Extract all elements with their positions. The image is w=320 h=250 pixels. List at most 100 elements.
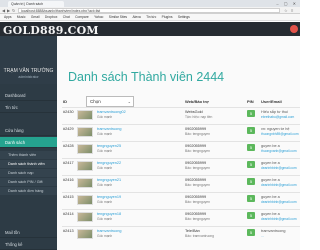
sidebar-subitem-deposit-list[interactable]: Danh sách nạp [0, 169, 57, 177]
user-cell: guyen be a dearinhbinh@gmail.com [260, 157, 300, 175]
star-icon[interactable]: ☆ [284, 8, 288, 13]
table-row[interactable]: #2428 tengnguyen25 Gốc mạnh 0902055999 Bảo: … [62, 140, 300, 158]
user-cell: guyen be a dearinhbinh@gmail.com [260, 208, 300, 226]
bookmark[interactable]: Dropbox [45, 14, 57, 20]
user-email-link[interactable]: dearinhbinh@gmail.com [261, 217, 299, 221]
avatar-cell [76, 225, 96, 243]
sidebar-subitem-add-member[interactable]: Thêm thành viên [0, 151, 57, 159]
user-status: guyen be a [261, 143, 280, 148]
avatar[interactable] [77, 194, 93, 205]
window-controls[interactable]: – ▢ ✕ [276, 1, 298, 6]
table-row[interactable]: #2429 tramvantruong Gốc mạnh 0902055999 Bảo:… [62, 123, 300, 141]
menu-icon[interactable]: ≡ [291, 8, 293, 13]
url-input[interactable]: localhost:8888/quanly/thanhvien/index.ph… [18, 8, 280, 13]
user-status: tramvantruong [261, 228, 286, 233]
member-name-link[interactable]: tengnguyen19 [97, 195, 121, 199]
bookmark[interactable]: Settings [178, 14, 190, 20]
forward-icon[interactable]: ▶ [7, 8, 10, 13]
row-id: #2416 [62, 174, 76, 192]
pin-cell: 5 [246, 174, 260, 192]
name-cell: tramvantruong Gốc mạnh [96, 225, 184, 243]
sidebar-item-dashboard[interactable]: Dashboard [0, 90, 57, 101]
column-header-pin[interactable]: PIN [246, 97, 260, 107]
name-cell: tengnguyen21 Gốc mạnh [96, 174, 184, 192]
avatar[interactable] [77, 211, 93, 222]
sidebar-item-news[interactable]: Tin tức [0, 102, 57, 113]
avatar[interactable] [77, 143, 93, 154]
sidebar-subitem-order-list[interactable]: Danh sách đơn hàng [0, 187, 57, 195]
sidebar-item-stats[interactable]: Thống kê [0, 239, 57, 250]
bookmark[interactable]: Gmail [31, 14, 40, 20]
bookmark[interactable]: Yahoo [94, 14, 103, 20]
web-cell: 0902055999 Bảo: tengnguyen [184, 191, 246, 209]
column-header-web[interactable]: Web/Bảo trợ [184, 97, 246, 107]
bookmark[interactable]: Apps [4, 14, 12, 20]
column-header-id[interactable]: ID [62, 97, 76, 107]
pin-badge[interactable]: 5 [247, 177, 255, 185]
avatar[interactable] [77, 160, 93, 171]
member-name-link[interactable]: tramvantruong02 [97, 110, 126, 114]
bookmark[interactable]: Chat [63, 14, 70, 20]
web-value: 0902055999 [185, 126, 207, 131]
notification-icon[interactable] [290, 25, 298, 33]
table-row[interactable]: #2413 tramvantruong Gốc mạnh Tele/Bán Bảo: t… [62, 225, 300, 243]
table-row[interactable]: #2430 tramvantruong02 Gốc mạnh WebsGold Tận:… [62, 106, 300, 124]
name-cell: tengnguyen19 Gốc mạnh [96, 191, 184, 209]
member-name-link[interactable]: tramvantruong [97, 127, 121, 131]
user-email-link[interactable]: dearinhbinh@gmail.com [261, 166, 299, 170]
column-header-user[interactable]: User/Email [260, 97, 300, 107]
table-row[interactable]: #2417 tengnguyen22 Gốc mạnh 0902055999 Bảo: … [62, 157, 300, 175]
pin-badge[interactable]: 5 [247, 143, 255, 151]
pin-badge[interactable]: 5 [247, 194, 255, 202]
bookmark[interactable]: Alexa [132, 14, 140, 20]
user-email-link[interactable]: dearinhbinh@gmail.com [261, 183, 299, 187]
bookmark[interactable]: Music [17, 14, 26, 20]
sidebar-item-label: Dashboard [5, 93, 26, 98]
avatar[interactable] [77, 109, 93, 120]
bookmark[interactable]: Similar Sites [109, 14, 127, 20]
avatar[interactable] [77, 126, 93, 137]
user-cell: guyen be a dearinhbinh@gmail.com [260, 174, 300, 192]
pin-cell: 5 [246, 208, 260, 226]
pin-badge[interactable]: 5 [247, 228, 255, 236]
user-email-link[interactable]: ... [261, 234, 299, 238]
user-cell: tramvantruong... [260, 225, 300, 243]
table-row[interactable]: #2414 tengnguyen18 Gốc mạnh 0902055999 Bảo: … [62, 208, 300, 226]
user-status: guyen be a [261, 211, 280, 216]
user-email-link[interactable]: thuongvanh@gmail.com [261, 149, 299, 153]
web-value: 0902055999 [185, 211, 207, 216]
member-name-link[interactable]: tengnguyen18 [97, 212, 121, 216]
avatar[interactable] [77, 228, 93, 239]
member-name-link[interactable]: tengnguyen22 [97, 161, 121, 165]
member-name-link[interactable]: tengnguyen25 [97, 144, 121, 148]
reload-icon[interactable]: ↻ [12, 8, 15, 13]
pin-badge[interactable]: 5 [247, 126, 255, 134]
user-email-link[interactable]: dearinhbinh@gmail.com [261, 200, 299, 204]
user-email-link[interactable]: thuongnbh89@gmail.com [261, 132, 299, 136]
table-row[interactable]: #2416 tengnguyen21 Gốc mạnh 0902055999 Bảo: … [62, 174, 300, 192]
sidebar-subitem-pin-list[interactable]: Danh sách PIN / Gift [0, 178, 57, 186]
sidebar-item-list[interactable]: Danh sách [0, 137, 57, 148]
member-name-link[interactable]: tengnguyen21 [97, 178, 121, 182]
pin-badge[interactable]: 5 [247, 160, 255, 168]
user-name: TRẠM VĂN TRƯỜNG [3, 68, 54, 74]
web-cell: Tele/Bán Bảo: tramvantruong [184, 225, 246, 243]
bookmark[interactable]: Compare [75, 14, 89, 20]
avatar-cell [76, 106, 96, 124]
pin-badge[interactable]: 5 [247, 211, 255, 219]
sidebar-subitem-member-list[interactable]: Danh sách thành viên [0, 160, 57, 168]
sidebar-item-store[interactable]: Cửa hàng [0, 125, 57, 136]
bookmark[interactable]: Plugins [162, 14, 173, 20]
filter-select[interactable]: Chọn ⌄ [86, 96, 134, 107]
web-cell: 0902055999 Bảo: tengnguyen [184, 123, 246, 141]
bookmark[interactable]: Tin tức [146, 14, 156, 20]
sidebar-item-mail[interactable]: Mail tồn [0, 227, 57, 238]
sidebar-item-label: Mail tồn [5, 230, 20, 235]
user-email-link[interactable]: ebrethabu@gmail.com [261, 115, 299, 119]
avatar[interactable] [77, 177, 93, 188]
table-row[interactable]: #2415 tengnguyen19 Gốc mạnh 0902055999 Bảo: … [62, 191, 300, 209]
member-name-link[interactable]: tramvantruong [97, 229, 121, 233]
back-icon[interactable]: ◀ [2, 8, 5, 13]
member-sub: Gốc mạnh [97, 182, 113, 187]
pin-badge[interactable]: 5 [247, 109, 255, 117]
